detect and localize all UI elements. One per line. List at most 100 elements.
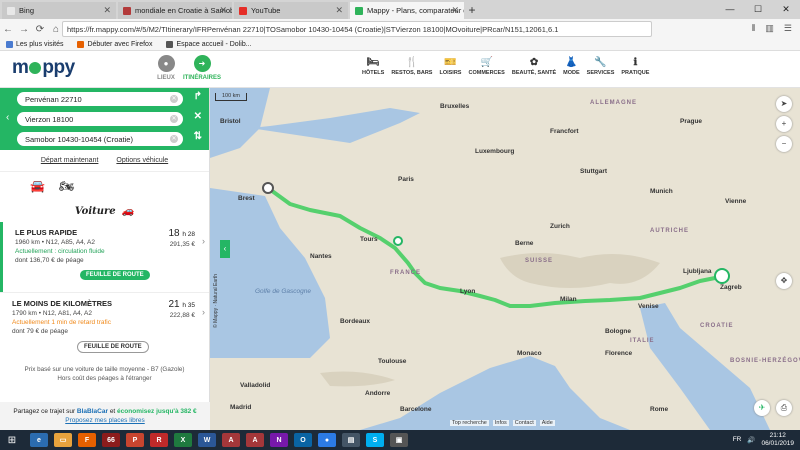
taskbar-app-icon[interactable]: X xyxy=(174,433,192,447)
depart-now-link[interactable]: Départ maintenant xyxy=(41,157,99,164)
browser-tab[interactable]: YouTube ✕ xyxy=(234,2,348,19)
taskbar-app-icon[interactable]: S xyxy=(366,433,384,447)
category-bed[interactable]: 🛏 HÔTELS xyxy=(362,57,384,76)
price-note: Prix basé sur une voiture de taille moye… xyxy=(24,366,185,382)
taskbar-app-icon[interactable]: 66 xyxy=(102,433,120,447)
favicon-icon xyxy=(7,6,15,15)
bookmark-most-visited[interactable]: Les plus visités xyxy=(6,41,63,48)
zoom-in-button[interactable]: + xyxy=(776,116,792,132)
category-beauty[interactable]: ✿ BEAUTÉ, SANTÉ xyxy=(512,57,556,76)
clear-icon[interactable]: ✕ xyxy=(170,115,178,123)
minimize-icon[interactable]: — xyxy=(716,0,744,19)
mode-itineraires[interactable]: ➜ ITINÉRAIRES xyxy=(183,55,221,81)
beauty-icon: ✿ xyxy=(529,57,539,68)
taskbar-app-icon[interactable]: ▤ xyxy=(342,433,360,447)
roadmap-button[interactable]: FEUILLE DE ROUTE xyxy=(80,270,150,280)
footer-link[interactable]: Aide xyxy=(539,420,555,426)
close-tab-icon[interactable]: ✕ xyxy=(335,5,343,16)
car-icon[interactable]: 🚘 xyxy=(30,179,45,193)
close-tab-icon[interactable]: ✕ xyxy=(451,5,459,16)
results-title: Voiture 🚗 xyxy=(74,205,135,217)
end-marker xyxy=(714,268,730,284)
map-label: Ljubljana xyxy=(683,268,712,275)
category-fork[interactable]: 🍴 RESTOS, BARS xyxy=(391,57,432,76)
route-fastest[interactable]: LE PLUS RAPIDE 18 h 28 291,35 € 1960 km … xyxy=(0,222,209,292)
windows-start-icon[interactable]: ⊞ xyxy=(0,430,24,450)
browser-tab[interactable]: Mappy - Plans, comparateur d ✕ xyxy=(350,2,464,19)
motorbike-icon[interactable]: 🏍 xyxy=(59,179,74,193)
pyrenees-relief xyxy=(320,371,395,387)
library-icon[interactable]: ⫴ xyxy=(752,23,756,34)
chevron-right-icon[interactable]: › xyxy=(202,236,205,246)
info-icon: ℹ xyxy=(633,57,638,68)
map-label: Paris xyxy=(398,176,414,183)
zoom-out-button[interactable]: − xyxy=(776,136,792,152)
taskbar-app-icon[interactable]: W xyxy=(198,433,216,447)
print-icon[interactable]: ⎙ xyxy=(776,400,792,416)
taskbar-app-icon[interactable]: ▣ xyxy=(390,433,408,447)
volume-icon[interactable]: 🔊 xyxy=(747,436,755,444)
route-shortest[interactable]: LE MOINS DE KILOMÈTRES 21 h 35 222,88 € … xyxy=(0,292,209,362)
category-leisure[interactable]: 🎫 LOISIRS xyxy=(439,57,461,76)
taskbar-app-icon[interactable]: e xyxy=(30,433,48,447)
address-bar[interactable]: https://fr.mappy.com/#/5/M2/TItinerary/I… xyxy=(62,21,652,37)
pan-control-icon[interactable]: ✥ xyxy=(776,273,792,289)
chevron-right-icon[interactable]: › xyxy=(202,307,205,317)
taskbar-app-icon[interactable]: A xyxy=(246,433,264,447)
map-label: Tours xyxy=(360,236,378,243)
taskbar-app-icon[interactable]: P xyxy=(126,433,144,447)
clear-icon[interactable]: ✕ xyxy=(170,95,178,103)
new-tab-button[interactable]: + xyxy=(464,2,480,19)
offer-seats-link[interactable]: Proposez mes places libres xyxy=(0,416,210,425)
taskbar-app-icon[interactable]: ▭ xyxy=(54,433,72,447)
bookmark-dolibarr[interactable]: Espace accueil - Dolib... xyxy=(166,41,252,48)
footer-link[interactable]: Contact xyxy=(512,420,536,426)
back-arrow-icon[interactable]: ‹ xyxy=(6,112,9,123)
taskbar-app-icon[interactable]: R xyxy=(150,433,168,447)
category-cart[interactable]: 🛒 COMMERCES xyxy=(468,57,504,76)
route-cost: 291,35 € xyxy=(169,241,195,248)
send-icon[interactable]: ✈ xyxy=(754,400,770,416)
mode-lieux[interactable]: ● LIEUX xyxy=(151,55,181,81)
taskbar-app-icon[interactable]: F xyxy=(78,433,96,447)
category-dress[interactable]: 👗 MODE xyxy=(563,57,580,76)
taskbar-app-icon[interactable]: O xyxy=(294,433,312,447)
taskbar-app-icon[interactable]: A xyxy=(222,433,240,447)
category-car-service[interactable]: 🔧 SERVICES xyxy=(587,57,615,76)
category-menu: 🛏 HÔTELS 🍴 RESTOS, BARS 🎫 LOISIRS 🛒 COMMERCES ✿ B… xyxy=(362,57,649,76)
roadmap-button[interactable]: FEUILLE DE ROUTE xyxy=(77,341,149,353)
location-icon[interactable]: ➤ xyxy=(776,96,792,112)
category-info[interactable]: ℹ PRATIQUE xyxy=(621,57,649,76)
taskbar-app-icon[interactable]: ● xyxy=(318,433,336,447)
close-tab-icon[interactable]: ✕ xyxy=(219,5,227,16)
close-window-icon[interactable]: ✕ xyxy=(772,0,800,19)
remove-step-icon[interactable]: ✕ xyxy=(194,111,202,122)
taskbar-app-icon[interactable]: N xyxy=(270,433,288,447)
from-input[interactable]: Penvénan 22710 ✕ xyxy=(17,92,183,106)
footer-link[interactable]: Top recherche xyxy=(450,420,489,426)
clear-icon[interactable]: ✕ xyxy=(170,135,178,143)
sidebar-icon[interactable]: ▥ xyxy=(765,23,774,34)
swap-icon[interactable]: ⇅ xyxy=(194,131,202,142)
car-service-icon: 🔧 xyxy=(594,57,607,68)
add-step-icon[interactable]: ↱ xyxy=(194,91,202,102)
to-input[interactable]: Samobor 10430-10454 (Croatie) ✕ xyxy=(17,132,183,146)
browser-tab[interactable]: mondiale en Croatie à Samob ✕ xyxy=(118,2,232,19)
language-indicator[interactable]: FR xyxy=(733,436,742,443)
close-tab-icon[interactable]: ✕ xyxy=(103,5,111,16)
favicon-icon xyxy=(355,6,363,15)
clock[interactable]: 21:12 06/01/2019 xyxy=(761,432,794,448)
mappy-logo[interactable]: m ppy xyxy=(12,57,75,79)
vehicle-options-link[interactable]: Options véhicule xyxy=(116,157,168,164)
menu-icon[interactable]: ☰ xyxy=(784,23,792,34)
maximize-icon[interactable]: ☐ xyxy=(744,0,772,19)
back-icon[interactable]: ← xyxy=(0,24,16,35)
via-input[interactable]: Vierzon 18100 ✕ xyxy=(17,112,183,126)
forward-icon[interactable]: → xyxy=(16,24,32,35)
reload-icon[interactable]: ⟳ xyxy=(32,24,48,35)
map-view[interactable]: Bristol Bruxelles ALLEMAGNE Francfort Luxemb… xyxy=(210,88,800,430)
footer-link[interactable]: Infos xyxy=(492,420,509,426)
collapse-sidebar-button[interactable]: ‹ xyxy=(220,240,230,258)
bookmark-firefox[interactable]: Débuter avec Firefox xyxy=(77,41,152,48)
browser-tab[interactable]: Bing ✕ xyxy=(2,2,116,19)
